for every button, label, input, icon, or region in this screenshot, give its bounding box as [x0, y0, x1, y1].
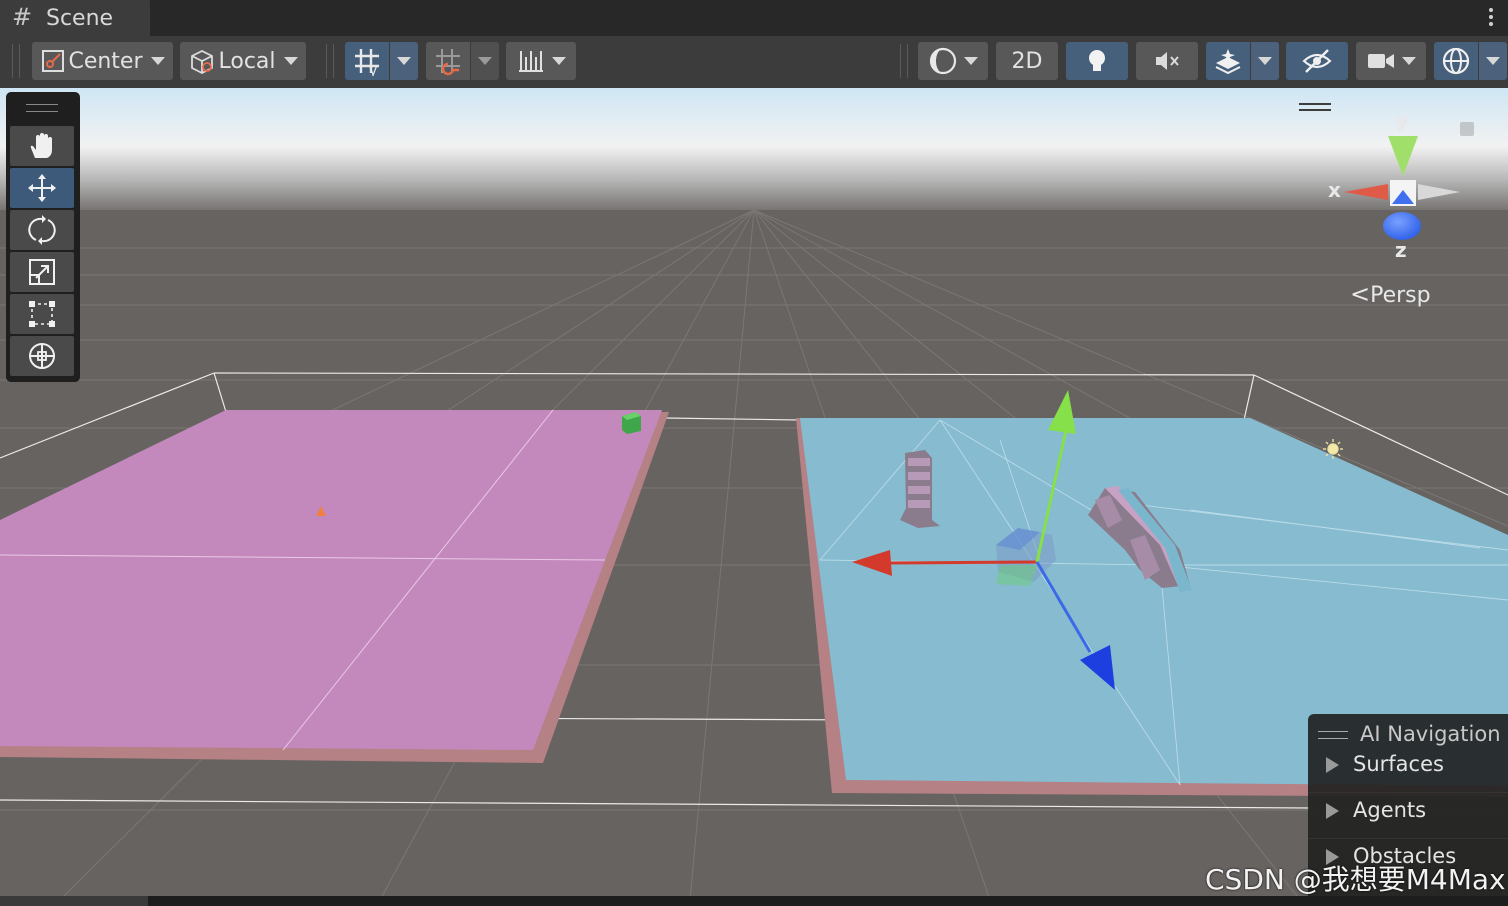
- pivot-rotation-dropdown[interactable]: Local: [180, 42, 306, 80]
- scene-visibility-toggle[interactable]: [1286, 42, 1348, 80]
- bottom-status-bar: [0, 896, 1508, 906]
- grid-snap-icon: y: [355, 49, 379, 76]
- agents-label: Agents: [1353, 798, 1427, 822]
- toggle-2d-button[interactable]: 2D: [996, 42, 1058, 80]
- gizmos-dropdown[interactable]: [1479, 42, 1507, 80]
- chevron-down-icon: [283, 57, 298, 65]
- tools-overlay: [6, 92, 80, 382]
- increment-snap-icon: [436, 49, 460, 76]
- chevron-down-icon: [397, 57, 411, 65]
- grid-snap-dropdown[interactable]: [390, 42, 418, 80]
- snap-settings-dropdown[interactable]: [506, 42, 576, 80]
- chevron-left-icon: <: [1350, 280, 1371, 308]
- toolbar-grip: [326, 44, 334, 78]
- transform-tool-button[interactable]: [10, 336, 74, 376]
- draw-mode-dropdown[interactable]: [918, 42, 988, 80]
- axis-y-label[interactable]: y: [1396, 108, 1409, 132]
- toolbar-grip: [900, 44, 908, 78]
- move-arrows-icon: [28, 174, 56, 202]
- chevron-down-icon: [1486, 57, 1500, 65]
- toggle-2d-label: 2D: [1011, 48, 1043, 74]
- chevron-down-icon: [1258, 57, 1272, 65]
- light-bulb-icon: [1089, 50, 1105, 71]
- ruler-snap-icon: [519, 51, 543, 72]
- rect-transform-icon: [29, 301, 55, 327]
- increment-snap-dropdown[interactable]: [471, 42, 499, 80]
- pivot-mode-label: Center: [68, 48, 143, 74]
- drag-handle-icon: [1318, 731, 1348, 739]
- chevron-down-icon: [478, 57, 492, 65]
- axis-z-label[interactable]: z: [1395, 238, 1407, 262]
- sun-light-icon: [1323, 439, 1343, 459]
- panel-drag-handle[interactable]: [26, 104, 58, 112]
- chevron-down-icon: [1402, 57, 1416, 65]
- hand-icon: [30, 133, 52, 158]
- gizmos-toggle[interactable]: [1434, 42, 1478, 80]
- scale-tool-button[interactable]: [10, 252, 74, 292]
- ai-navigation-header[interactable]: AI Navigation: [1318, 722, 1501, 746]
- effects-layers-icon: [1215, 49, 1241, 75]
- local-cube-icon: [191, 49, 214, 75]
- tab-bar: # Scene: [0, 0, 1508, 37]
- ai-navigation-item-surfaces[interactable]: Surfaces: [1326, 752, 1444, 776]
- chevron-down-icon: [150, 57, 165, 65]
- tab-scene[interactable]: # Scene: [0, 0, 150, 37]
- rotate-tool-button[interactable]: [10, 210, 74, 250]
- scene-toolbar: Center Local y 2D: [0, 36, 1508, 88]
- pivot-center-icon: [42, 50, 65, 72]
- ai-navigation-item-agents[interactable]: Agents: [1326, 798, 1426, 822]
- ai-navigation-title: AI Navigation: [1360, 722, 1501, 746]
- projection-toggle[interactable]: <Persp: [1350, 280, 1431, 308]
- divider: [1308, 838, 1508, 839]
- bottom-tab[interactable]: [0, 896, 148, 906]
- rotate-icon: [28, 215, 56, 245]
- scene-hash-icon: #: [12, 3, 33, 31]
- pivot-mode-dropdown[interactable]: Center: [32, 42, 173, 80]
- camera-settings-dropdown[interactable]: [1356, 42, 1426, 80]
- watermark-text: CSDN @我想要M4Max: [1205, 863, 1506, 896]
- gizmos-globe-icon: [1442, 47, 1470, 75]
- increment-snap-toggle[interactable]: [426, 42, 470, 80]
- projection-label: Persp: [1370, 283, 1431, 308]
- expand-triangle-icon: [1326, 803, 1339, 819]
- more-options-icon[interactable]: [1488, 6, 1494, 30]
- shading-sphere-icon: [929, 47, 957, 75]
- transform-icon: [29, 343, 55, 369]
- toolbar-grip: [12, 44, 20, 78]
- svg-text:y: y: [369, 63, 377, 76]
- surfaces-label: Surfaces: [1353, 752, 1444, 776]
- grid-snap-toggle[interactable]: y: [345, 42, 389, 80]
- hand-tool-button[interactable]: [10, 126, 74, 166]
- chevron-down-icon: [964, 57, 978, 65]
- expand-triangle-icon: [1326, 757, 1339, 773]
- tab-scene-label: Scene: [46, 6, 114, 31]
- audio-mute-icon: [1156, 52, 1179, 70]
- camera-icon: [1368, 54, 1394, 68]
- scene-viewport[interactable]: y x z: [0, 88, 1508, 896]
- effects-toggle[interactable]: [1206, 42, 1250, 80]
- rect-tool-button[interactable]: [10, 294, 74, 334]
- scale-icon: [29, 259, 55, 285]
- divider: [1308, 792, 1508, 793]
- axis-x-label[interactable]: x: [1328, 178, 1341, 202]
- chevron-down-icon: [552, 57, 566, 65]
- pivot-rotation-label: Local: [218, 48, 276, 74]
- effects-dropdown[interactable]: [1251, 42, 1279, 80]
- scene-canvas: [0, 88, 1508, 896]
- audio-toggle[interactable]: [1136, 42, 1198, 80]
- lighting-toggle[interactable]: [1066, 42, 1128, 80]
- move-tool-button[interactable]: [10, 168, 74, 208]
- hidden-eye-icon: [1302, 49, 1332, 73]
